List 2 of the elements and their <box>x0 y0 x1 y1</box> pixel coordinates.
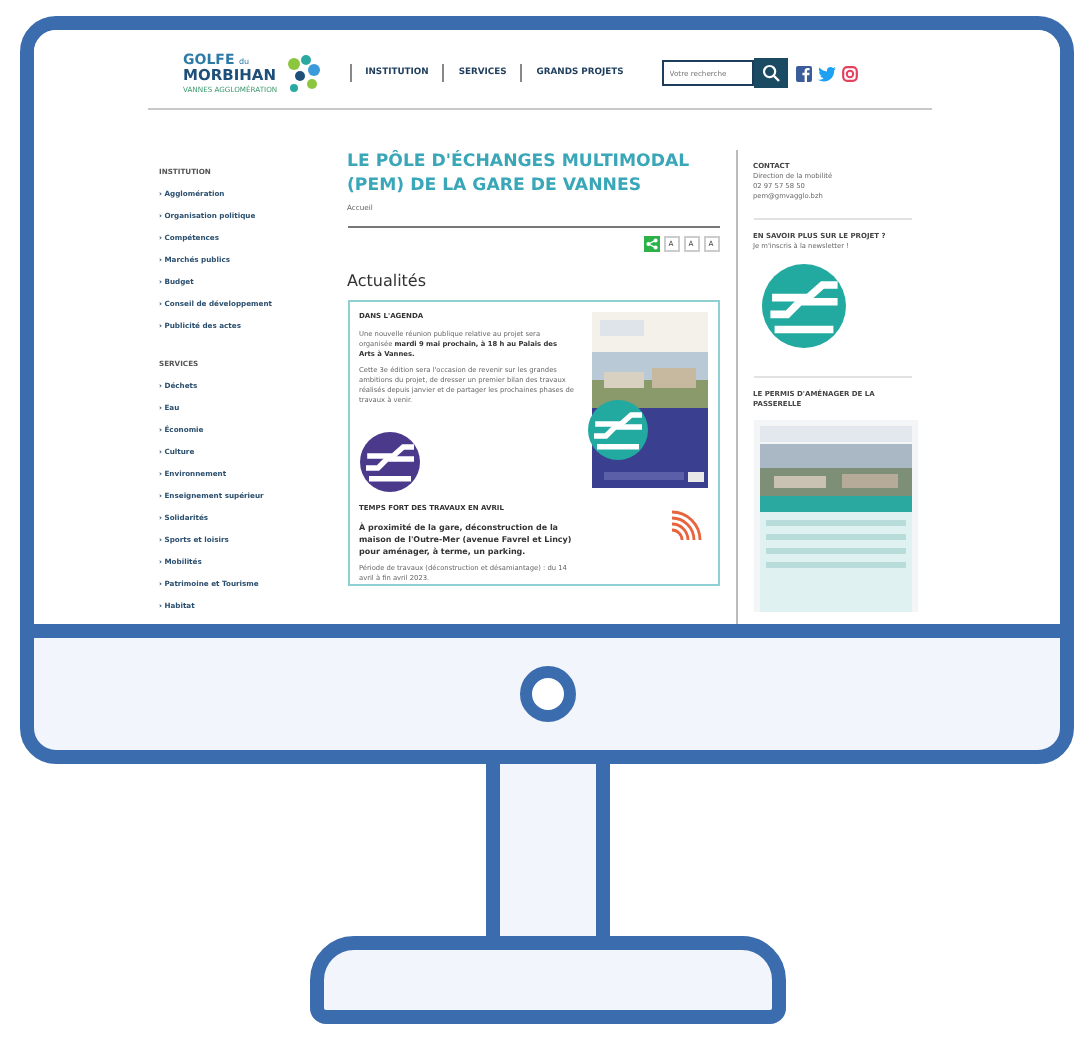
section-heading: Actualités <box>347 272 429 290</box>
page-title: LE PÔLE D'ÉCHANGES MULTIMODAL (PEM) DE LA GARE DE VANNES <box>347 150 692 198</box>
